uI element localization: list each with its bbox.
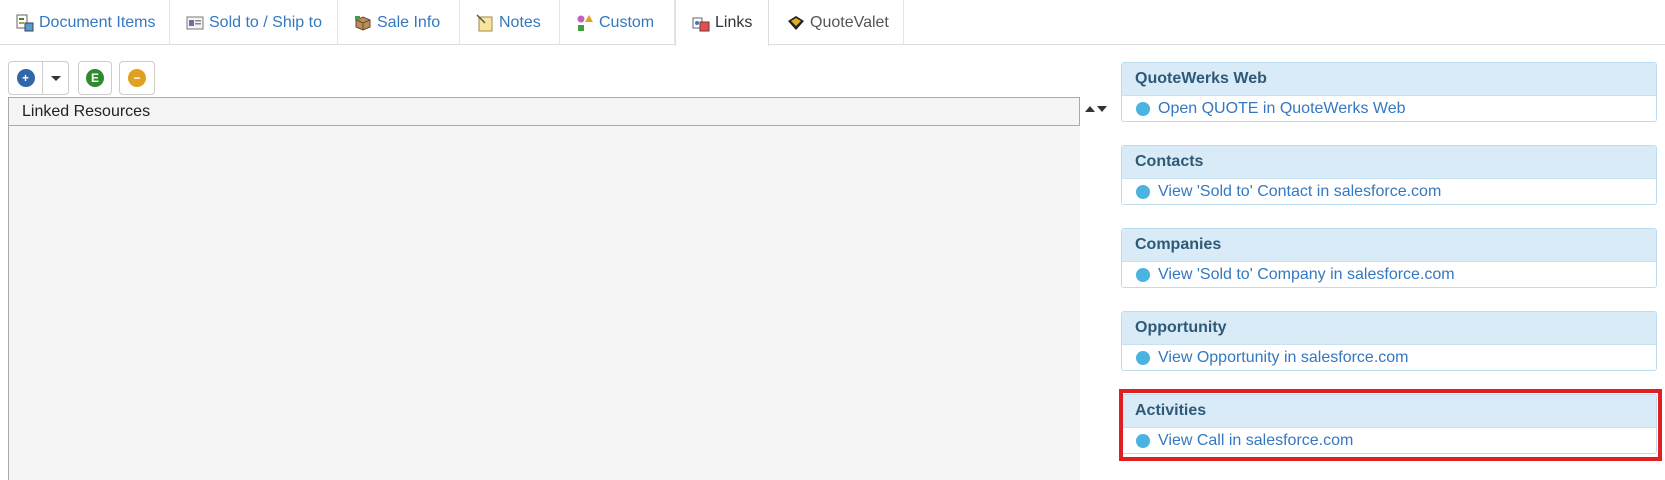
- box-icon: [354, 14, 372, 32]
- note-icon: [476, 13, 494, 32]
- panel-title: Companies: [1122, 229, 1656, 262]
- plus-icon: +: [16, 69, 35, 87]
- panel-title: QuoteWerks Web: [1122, 63, 1656, 96]
- tab-notes[interactable]: Notes: [460, 0, 560, 45]
- links-icon: [692, 14, 710, 32]
- sort-toggle[interactable]: [1085, 102, 1113, 116]
- tab-custom[interactable]: Custom: [560, 0, 675, 45]
- bullet-icon: [1136, 102, 1150, 116]
- view-opportunity-link[interactable]: View Opportunity in salesforce.com: [1122, 345, 1656, 371]
- panel-title: Opportunity: [1122, 312, 1656, 345]
- chevron-down-icon: [50, 75, 61, 81]
- activities-highlight-box: [1119, 389, 1662, 461]
- tab-document-items[interactable]: Document Items: [0, 0, 170, 45]
- edit-link-button[interactable]: E: [78, 61, 112, 95]
- open-quote-link[interactable]: Open QUOTE in QuoteWerks Web: [1122, 96, 1656, 122]
- tab-bar: Document Items Sold to / Ship to Sale In…: [0, 0, 1665, 46]
- panel-title: Contacts: [1122, 146, 1656, 179]
- sort-down-icon: [1097, 106, 1107, 112]
- minus-icon: −: [128, 69, 146, 87]
- tab-label: Sale Info: [377, 13, 441, 31]
- link-label: View Opportunity in salesforce.com: [1158, 349, 1409, 366]
- linked-resources-header[interactable]: Linked Resources: [8, 97, 1080, 126]
- tab-label: Sold to / Ship to: [209, 13, 322, 31]
- view-company-link[interactable]: View 'Sold to' Company in salesforce.com: [1122, 262, 1656, 288]
- document-items-icon: [16, 14, 34, 32]
- address-card-icon: [186, 14, 204, 32]
- tab-label: Links: [715, 14, 753, 31]
- sort-up-icon: [1085, 106, 1095, 112]
- panel-companies: Companies View 'Sold to' Company in sale…: [1121, 228, 1657, 288]
- remove-link-button[interactable]: −: [119, 61, 155, 95]
- tab-label: QuoteValet: [810, 13, 889, 31]
- quotevalet-icon: [787, 14, 805, 32]
- tab-quotevalet[interactable]: QuoteValet: [769, 0, 904, 45]
- tab-links[interactable]: Links: [675, 0, 769, 46]
- shapes-icon: [576, 14, 594, 32]
- link-label: View 'Sold to' Contact in salesforce.com: [1158, 183, 1442, 200]
- bullet-icon: [1136, 268, 1150, 282]
- view-contact-link[interactable]: View 'Sold to' Contact in salesforce.com: [1122, 179, 1656, 205]
- edit-e-icon: E: [86, 69, 104, 87]
- linked-resources-title: Linked Resources: [22, 102, 151, 120]
- tab-sold-to-ship-to[interactable]: Sold to / Ship to: [170, 0, 338, 45]
- tab-label: Notes: [499, 13, 541, 31]
- add-link-dropdown-button[interactable]: [42, 61, 69, 95]
- tab-label: Document Items: [39, 13, 156, 31]
- panel-opportunity: Opportunity View Opportunity in salesfor…: [1121, 311, 1657, 371]
- link-label: Open QUOTE in QuoteWerks Web: [1158, 100, 1406, 117]
- bullet-icon: [1136, 185, 1150, 199]
- linked-resources-list[interactable]: [8, 126, 1080, 480]
- panel-quotewerks-web: QuoteWerks Web Open QUOTE in QuoteWerks …: [1121, 62, 1657, 122]
- bullet-icon: [1136, 351, 1150, 365]
- link-label: View 'Sold to' Company in salesforce.com: [1158, 266, 1455, 283]
- panel-contacts: Contacts View 'Sold to' Contact in sales…: [1121, 145, 1657, 205]
- tab-label: Custom: [599, 13, 655, 31]
- tab-sale-info[interactable]: Sale Info: [338, 0, 460, 45]
- add-link-button[interactable]: +: [8, 61, 43, 95]
